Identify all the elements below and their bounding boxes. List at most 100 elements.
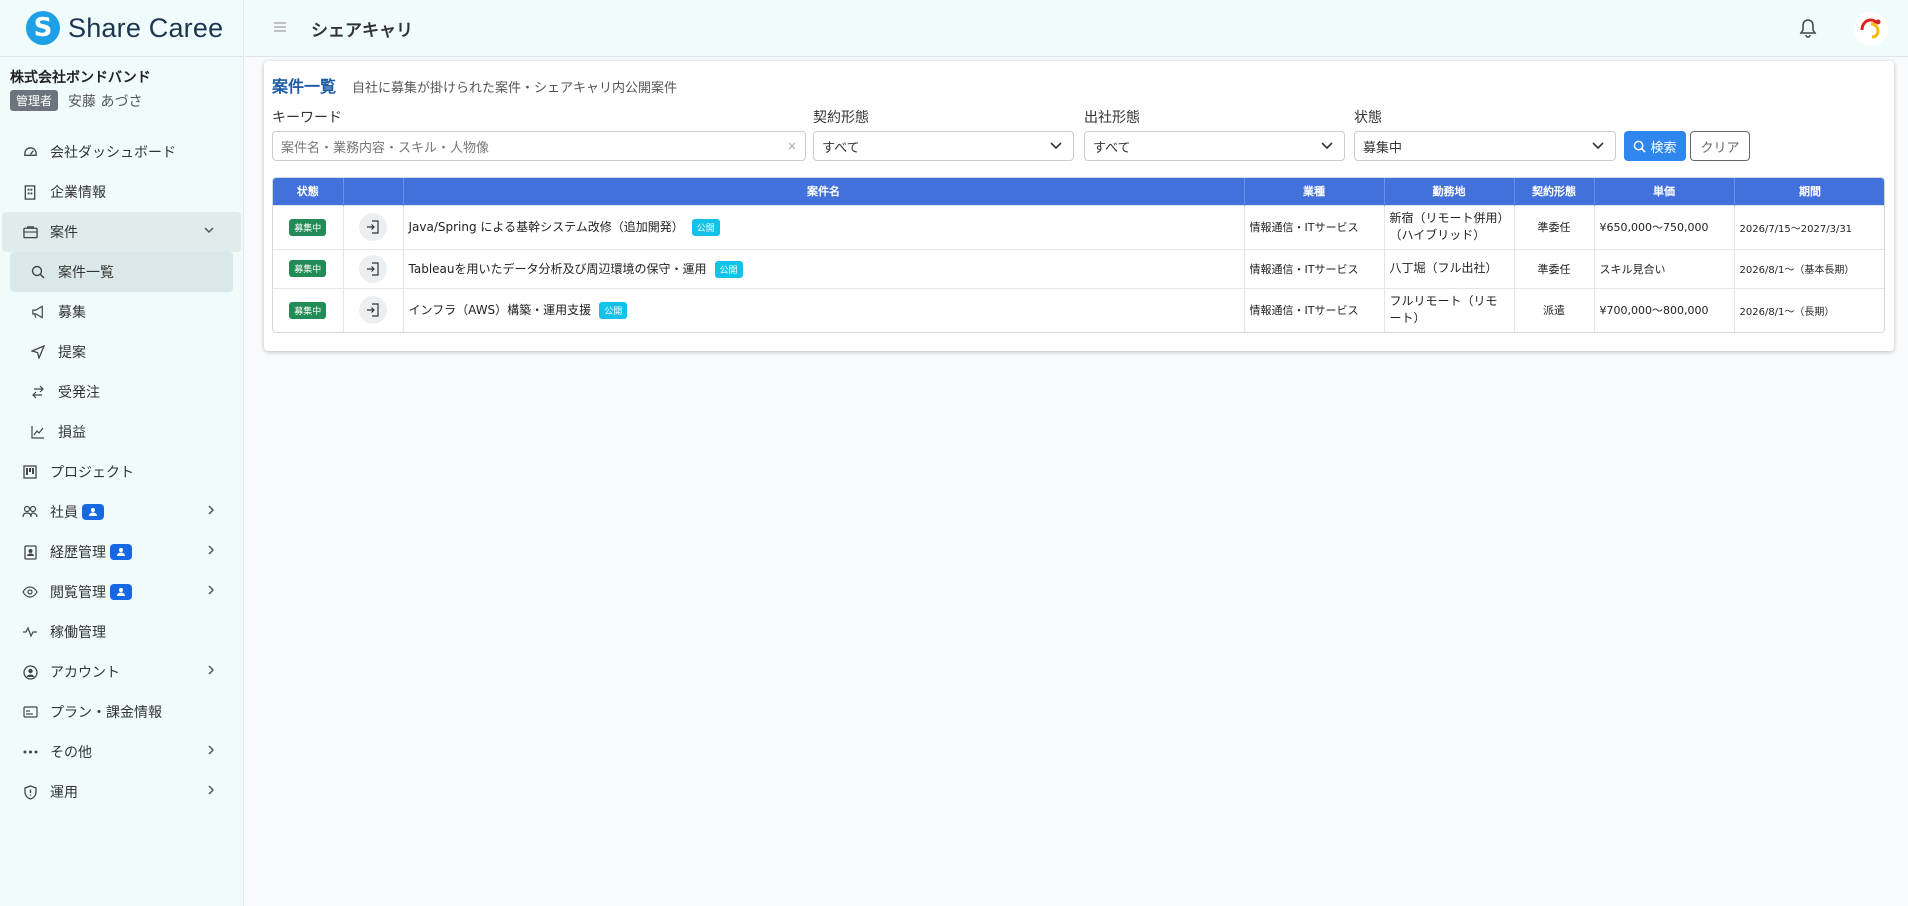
project-title[interactable]: Java/Spring による基幹システム改修（追加開発） [409, 220, 684, 234]
sidebar-item-projects[interactable]: 案件 [2, 212, 241, 252]
industry-cell: 情報通信・ITサービス [1244, 248, 1385, 288]
sidebar-item-orders[interactable]: 受発注 [0, 372, 243, 412]
public-badge: 公開 [599, 302, 628, 320]
page-title: 案件一覧 [272, 77, 337, 96]
brand-mark-icon: S [26, 11, 60, 45]
chevron-down-icon [203, 224, 215, 240]
industry-cell: 情報通信・ITサービス [1244, 204, 1385, 249]
clear-input-icon[interactable]: × [787, 139, 797, 153]
brand-logo[interactable]: S Share Caree [0, 0, 243, 57]
project-title[interactable]: インフラ（AWS）構築・運用支援 [409, 303, 592, 317]
sidebar-item-label: 閲覧管理 [50, 585, 106, 601]
table-header-row: 状態 案件名 業種 勤務地 契約形態 単価 期間 [273, 178, 1884, 205]
dashboard-icon [22, 144, 38, 160]
sidebar-item-label: 案件 [50, 225, 78, 241]
page-subtitle: 自社に募集が掛けられた案件・シェアキャリ内公開案件 [352, 81, 678, 96]
avatar[interactable] [1854, 12, 1888, 46]
sidebar-item-employees[interactable]: 社員 [0, 492, 243, 532]
sidebar-item-proposal[interactable]: 提案 [0, 332, 243, 372]
status-badge: 募集中 [289, 218, 327, 236]
sidebar-item-label: アカウント [50, 665, 120, 681]
building-icon [22, 184, 38, 200]
sidebar-item-label: 提案 [58, 345, 86, 361]
sidebar-item-account[interactable]: アカウント [0, 652, 243, 692]
person-circle-icon [22, 664, 38, 680]
sidebar-item-company[interactable]: 企業情報 [0, 172, 243, 212]
clear-button-label: クリア [1700, 140, 1740, 156]
send-icon [30, 344, 46, 360]
chevron-right-icon [205, 784, 217, 800]
sidebar-item-admin[interactable]: 運用 [0, 772, 243, 812]
sidebar-item-career[interactable]: 経歴管理 [0, 532, 243, 572]
chevron-right-icon [205, 544, 217, 560]
hamburger-menu-icon[interactable] [273, 19, 287, 37]
sidebar-item-dashboard[interactable]: 会社ダッシュボード [0, 132, 243, 172]
status-select[interactable]: 募集中 [1354, 131, 1616, 161]
search-button[interactable]: 検索 [1624, 131, 1686, 161]
enter-icon[interactable] [359, 254, 387, 283]
attendance-select[interactable]: すべて [1084, 131, 1345, 161]
sidebar-item-label: 受発注 [58, 385, 100, 401]
sidebar-item-label: 経歴管理 [50, 545, 106, 561]
column-header-status[interactable]: 状態 [273, 178, 344, 205]
table-row[interactable]: 募集中 インフラ（AWS）構築・運用支援 公開 情報通信・ITサービス フルリモー… [273, 287, 1884, 332]
status-label: 状態 [1354, 110, 1382, 126]
price-cell: ¥700,000〜800,000 [1594, 287, 1735, 332]
column-header-industry[interactable]: 業種 [1244, 178, 1385, 205]
sidebar-item-recruit[interactable]: 募集 [0, 292, 243, 332]
status-badge: 募集中 [289, 301, 327, 319]
sidebar-item-plan[interactable]: プラン・課金情報 [0, 692, 243, 732]
column-header-contract[interactable]: 契約形態 [1514, 178, 1595, 205]
contract-cell: 準委任 [1514, 248, 1595, 288]
contract-select[interactable]: すべて [813, 131, 1074, 161]
eye-icon [22, 584, 38, 600]
company-info: 株式会社ボンドバンド 管理者 安藤 あづさ [0, 57, 243, 115]
keyword-placeholder: 案件名・業務内容・スキル・人物像 [281, 140, 490, 156]
sidebar: S Share Caree 株式会社ボンドバンド 管理者 安藤 あづさ 会社ダッ… [0, 0, 244, 906]
bell-icon[interactable] [1799, 18, 1817, 42]
sidebar-item-view[interactable]: 閲覧管理 [0, 572, 243, 612]
clear-button[interactable]: クリア [1690, 131, 1750, 161]
chevron-down-icon [1049, 138, 1063, 156]
role-badge: 管理者 [10, 90, 59, 111]
sidebar-item-label: 損益 [58, 425, 86, 441]
keyword-input[interactable]: 案件名・業務内容・スキル・人物像 × [272, 131, 806, 161]
column-header-price[interactable]: 単価 [1594, 178, 1735, 205]
sidebar-item-operation[interactable]: 稼働管理 [0, 612, 243, 652]
public-badge: 公開 [714, 260, 743, 278]
contract-select-value: すべて [822, 140, 860, 156]
table-row[interactable]: 募集中 Tableauを用いたデータ分析及び周辺環境の保守・運用 公開 情報通信・… [273, 248, 1884, 288]
period-cell: 2026/7/15〜2027/3/31 [1734, 204, 1884, 249]
person-badge-icon [22, 544, 38, 560]
enter-icon[interactable] [359, 296, 387, 325]
sidebar-item-project-list[interactable]: 案件一覧 [10, 252, 233, 292]
status-badge: 募集中 [289, 260, 327, 277]
enter-icon[interactable] [359, 213, 387, 241]
sidebar-item-label: プラン・課金情報 [50, 705, 162, 721]
status-select-value: 募集中 [1363, 140, 1403, 156]
column-header-period[interactable]: 期間 [1734, 178, 1884, 205]
company-name: 株式会社ボンドバンド [10, 70, 151, 86]
column-header-action [343, 178, 404, 205]
sidebar-item-label: 社員 [50, 505, 78, 521]
header-title: シェアキャリ [311, 20, 413, 41]
chevron-right-icon [205, 664, 217, 680]
sidebar-item-label: プロジェクト [50, 465, 134, 481]
sidebar-item-other[interactable]: その他 [0, 732, 243, 772]
public-badge: 公開 [691, 219, 720, 236]
sidebar-item-profit[interactable]: 損益 [0, 412, 243, 452]
project-title[interactable]: Tableauを用いたデータ分析及び周辺環境の保守・運用 [409, 262, 707, 276]
column-header-title[interactable]: 案件名 [403, 178, 1245, 205]
briefcase-icon [22, 224, 38, 240]
sidebar-item-label: 稼働管理 [50, 625, 106, 641]
sidebar-item-label: その他 [50, 745, 92, 761]
column-header-location[interactable]: 勤務地 [1384, 178, 1515, 205]
location-cell: フルリモート（リモート） [1384, 287, 1515, 332]
contract-cell: 派遣 [1514, 287, 1595, 332]
table-row[interactable]: 募集中 Java/Spring による基幹システム改修（追加開発） 公開 情報通信… [273, 204, 1884, 249]
user-name: 安藤 あづさ [68, 93, 143, 110]
people-icon [22, 504, 38, 520]
attendance-label: 出社形態 [1084, 110, 1140, 126]
sidebar-item-label: 企業情報 [50, 185, 106, 201]
sidebar-item-project[interactable]: プロジェクト [0, 452, 243, 492]
